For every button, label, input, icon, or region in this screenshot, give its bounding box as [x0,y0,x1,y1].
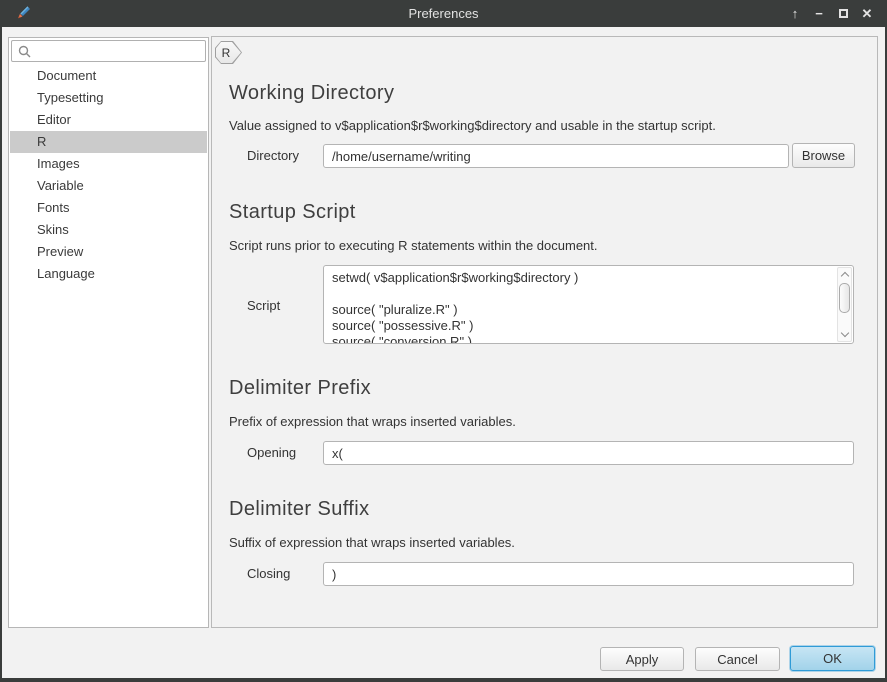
ok-button[interactable]: OK [790,646,875,671]
breadcrumb-label: R [215,41,242,64]
script-label: Script [247,294,280,318]
search-icon [18,45,31,58]
scroll-up-icon[interactable] [841,272,849,280]
window-border-bottom [0,678,887,682]
section-heading-startup-script: Startup Script [229,200,356,224]
maximize-button[interactable] [831,0,855,27]
directory-label: Directory [247,144,299,168]
sidebar-item-r[interactable]: R [10,131,207,153]
search-box [11,40,206,62]
preferences-window: Preferences ↑ − ✕ Document Typesetting E… [0,0,887,682]
category-list: Document Typesetting Editor R Images Var… [10,65,207,285]
sidebar-item-document[interactable]: Document [10,65,207,87]
close-icon: ✕ [862,6,873,22]
maximize-icon [839,9,848,18]
cancel-button[interactable]: Cancel [695,647,780,671]
section-heading-delimiter-prefix: Delimiter Prefix [229,376,371,400]
close-button[interactable]: ✕ [855,0,879,27]
script-editor: setwd( v$application$r$working$directory… [323,265,854,344]
minimize-button[interactable]: − [807,0,831,27]
breadcrumb[interactable]: R [215,41,242,64]
sidebar-item-typesetting[interactable]: Typesetting [10,87,207,109]
window-border-left [0,27,2,682]
script-textarea[interactable]: setwd( v$application$r$working$directory… [324,266,853,343]
sidebar-item-variable[interactable]: Variable [10,175,207,197]
titlebar[interactable]: Preferences ↑ − ✕ [0,0,887,27]
sidebar-item-editor[interactable]: Editor [10,109,207,131]
settings-panel: R Working Directory Value assigned to v$… [211,36,878,628]
section-desc-delimiter-suffix: Suffix of expression that wraps inserted… [229,535,515,551]
sidebar-item-language[interactable]: Language [10,263,207,285]
directory-input[interactable] [323,144,789,168]
scrollbar-thumb[interactable] [839,283,850,313]
section-heading-delimiter-suffix: Delimiter Suffix [229,497,370,521]
section-heading-working-directory: Working Directory [229,81,394,105]
closing-input[interactable] [323,562,854,586]
shade-button[interactable]: ↑ [783,0,807,27]
opening-input[interactable] [323,441,854,465]
sidebar-item-skins[interactable]: Skins [10,219,207,241]
window-controls: ↑ − ✕ [783,0,879,27]
script-scrollbar[interactable] [837,267,852,342]
shade-icon: ↑ [792,6,799,21]
closing-label: Closing [247,562,290,586]
sidebar: Document Typesetting Editor R Images Var… [8,37,209,628]
browse-button[interactable]: Browse [792,143,855,168]
scroll-down-icon[interactable] [841,329,849,337]
opening-label: Opening [247,441,296,465]
search-input[interactable] [11,40,206,62]
sidebar-item-preview[interactable]: Preview [10,241,207,263]
apply-button[interactable]: Apply [600,647,684,671]
minimize-icon: − [815,6,823,21]
window-title: Preferences [0,0,887,27]
section-desc-startup-script: Script runs prior to executing R stateme… [229,238,598,254]
sidebar-item-images[interactable]: Images [10,153,207,175]
sidebar-item-fonts[interactable]: Fonts [10,197,207,219]
section-desc-working-directory: Value assigned to v$application$r$workin… [229,118,716,134]
section-desc-delimiter-prefix: Prefix of expression that wraps inserted… [229,414,516,430]
